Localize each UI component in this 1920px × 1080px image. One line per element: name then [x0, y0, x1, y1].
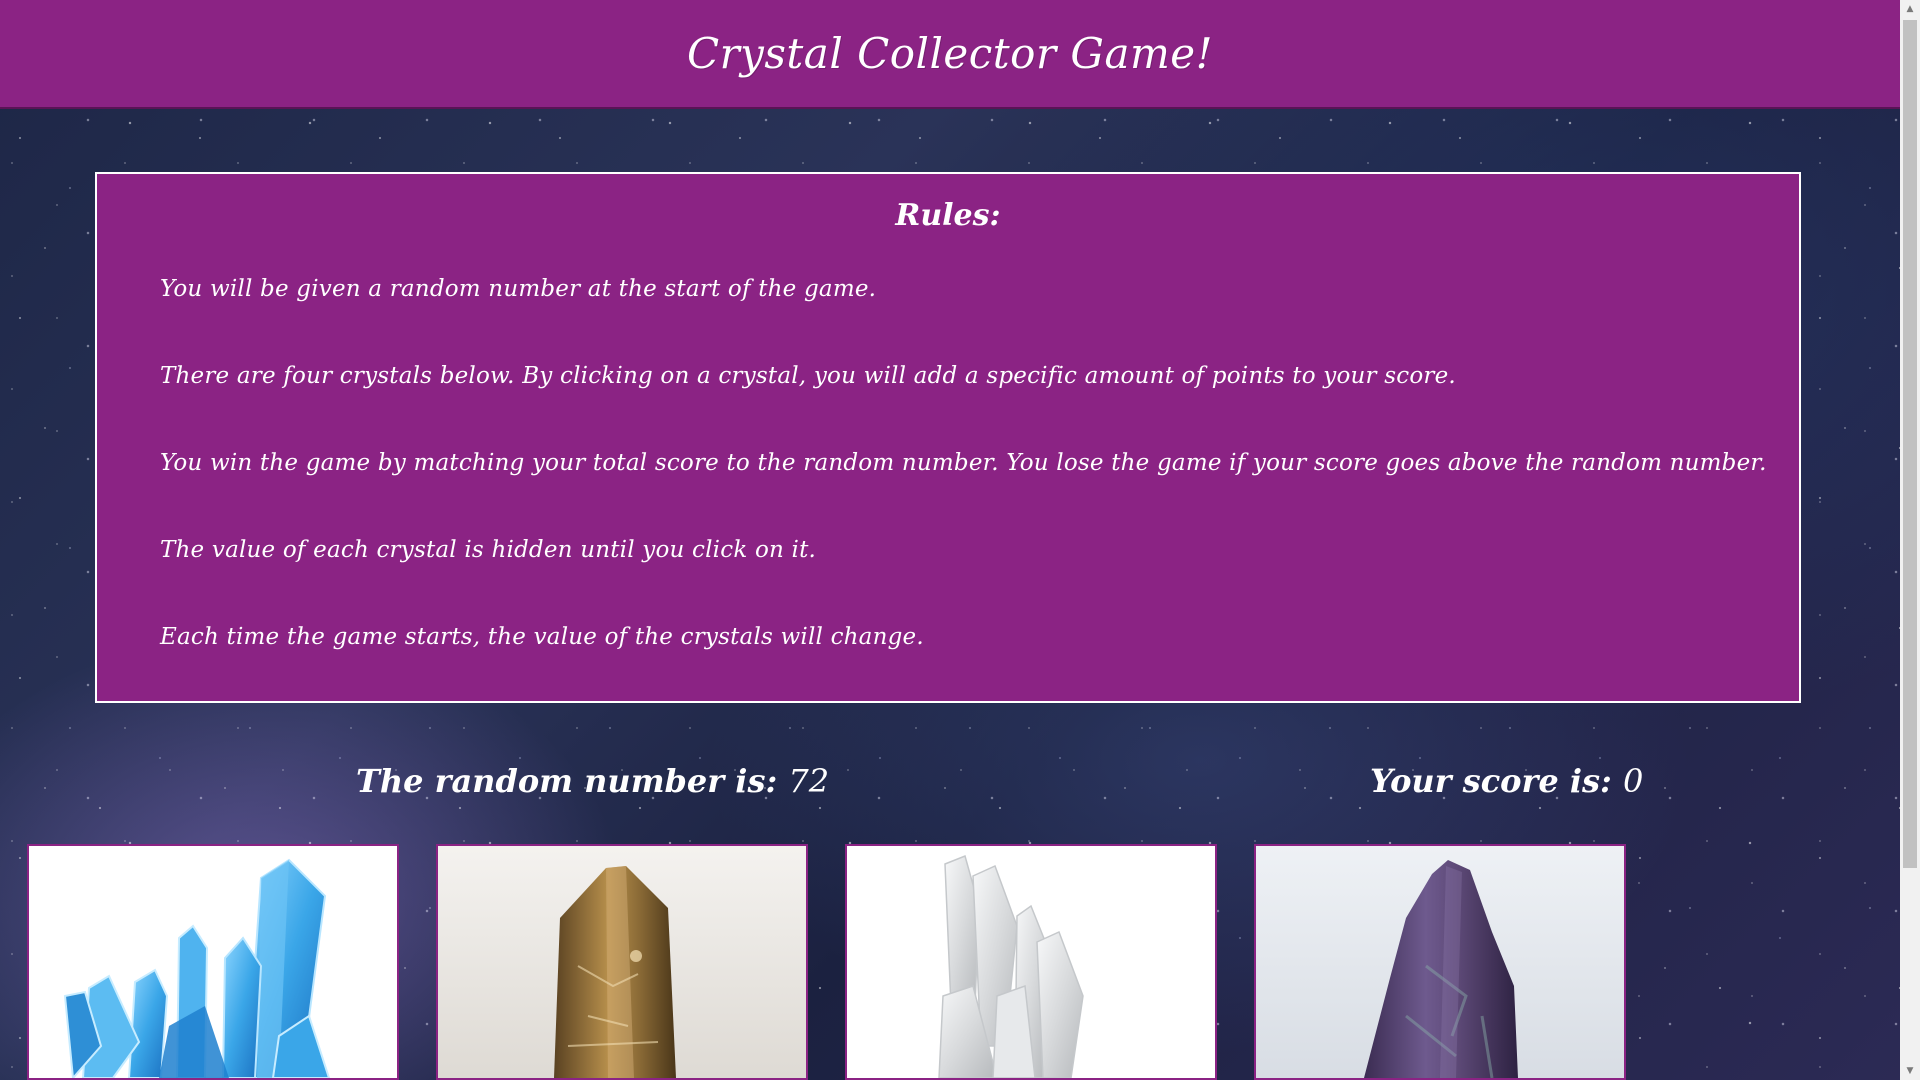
rule-line: You win the game by matching your total …	[160, 450, 1767, 476]
amethyst-crystal-image	[1256, 846, 1624, 1078]
crystal-button-blue[interactable]	[27, 844, 399, 1080]
rules-heading: Rules:	[895, 198, 1001, 233]
crystal-button-citrine[interactable]	[436, 844, 808, 1080]
scroll-up-arrow-icon[interactable]: ▲	[1900, 0, 1920, 18]
quartz-crystal-image	[938, 854, 1084, 1078]
random-number-label: The random number is:	[356, 762, 778, 800]
score-label: Your score is:	[1370, 762, 1612, 800]
rule-line: There are four crystals below. By clicki…	[160, 363, 1456, 389]
scrollbar-thumb[interactable]	[1903, 20, 1917, 868]
rule-line: The value of each crystal is hidden unti…	[160, 537, 817, 563]
citrine-crystal-image	[438, 846, 806, 1078]
rule-line: Each time the game starts, the value of …	[160, 624, 924, 650]
blue-crystal-image	[63, 858, 331, 1078]
rules-panel: Rules: You will be given a random number…	[95, 172, 1801, 703]
page-header: Crystal Collector Game!	[0, 0, 1900, 109]
random-number-value: 72	[788, 762, 830, 800]
rule-line: You will be given a random number at the…	[160, 276, 877, 302]
vertical-scrollbar[interactable]: ▲ ▼	[1900, 0, 1920, 1080]
random-number-display: The random number is: 72	[356, 762, 829, 800]
crystal-button-amethyst[interactable]	[1254, 844, 1626, 1080]
crystal-button-quartz[interactable]	[845, 844, 1217, 1080]
score-value: 0	[1623, 762, 1644, 800]
score-display: Your score is: 0	[1370, 762, 1643, 800]
scroll-down-arrow-icon[interactable]: ▼	[1900, 1062, 1920, 1080]
page-title: Crystal Collector Game!	[686, 29, 1214, 78]
